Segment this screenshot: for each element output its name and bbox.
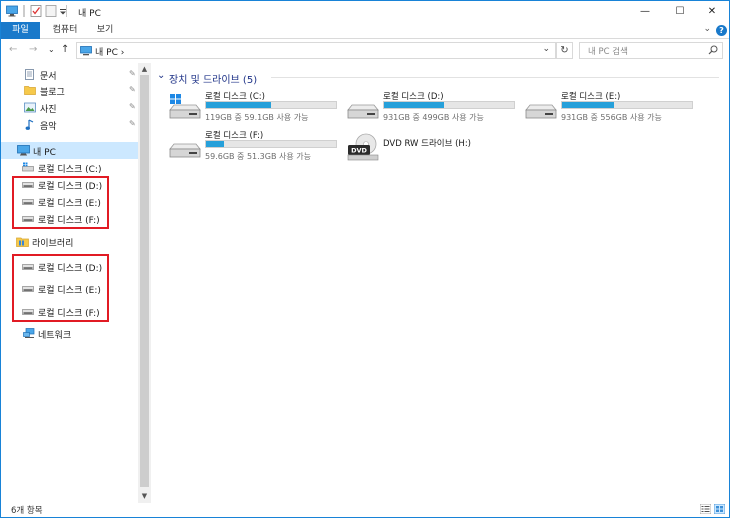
hard-drive-icon: [347, 104, 379, 119]
sidebar-item-pictures[interactable]: 사진 ✎: [1, 99, 138, 116]
pin-icon[interactable]: ✎: [129, 85, 136, 94]
maximize-button[interactable]: ☐: [663, 1, 697, 22]
drive-tile-f[interactable]: 로컬 디스크 (F:) 59.6GB 중 51.3GB 사용 가능: [169, 129, 344, 165]
sidebar-item-drive-c[interactable]: 로컬 디스크 (C:): [1, 159, 138, 176]
pictures-icon: [24, 102, 36, 113]
address-path[interactable]: 내 PC ›: [95, 45, 124, 58]
sidebar-item-label: 음악: [40, 122, 57, 132]
group-collapse-icon[interactable]: ⌄: [157, 70, 165, 81]
pin-icon[interactable]: ✎: [129, 102, 136, 111]
dvd-drive-icon: DVD: [347, 133, 379, 161]
sidebar-item-documents[interactable]: 문서 ✎: [1, 66, 138, 83]
address-bar[interactable]: 내 PC › ⌄: [76, 42, 556, 59]
drive-usage-fill: [562, 102, 614, 108]
search-icon[interactable]: [708, 45, 718, 55]
close-button[interactable]: ✕: [695, 1, 729, 22]
properties-icon[interactable]: [30, 5, 42, 17]
large-icons-view-icon[interactable]: [714, 504, 725, 514]
toolbar-separator-icon: [23, 5, 25, 17]
item-count: 6개 항목: [11, 506, 43, 516]
sidebar-item-label: 라이브러리: [32, 239, 74, 249]
details-view-icon[interactable]: [700, 504, 711, 514]
scroll-down-icon[interactable]: ▼: [138, 490, 151, 502]
pin-icon[interactable]: ✎: [129, 119, 136, 128]
svg-text:DVD: DVD: [351, 147, 367, 155]
title-separator: [66, 5, 67, 17]
drive-tile-dvd[interactable]: DVD DVD RW 드라이브 (H:): [347, 129, 522, 165]
window-title: 내 PC: [78, 9, 101, 19]
help-icon[interactable]: ?: [716, 25, 727, 36]
group-divider: [271, 77, 719, 78]
drive-usage-bar: [205, 140, 337, 148]
navigation-scrollbar[interactable]: ▲ ▼: [138, 63, 151, 503]
windows-drive-icon: [22, 162, 34, 172]
new-folder-icon[interactable]: [45, 5, 57, 17]
recent-locations-icon[interactable]: ⌄: [48, 45, 55, 54]
drive-name: DVD RW 드라이브 (H:): [383, 139, 471, 149]
status-bar: 6개 항목: [1, 503, 729, 517]
up-arrow-icon[interactable]: ↑: [61, 44, 69, 55]
drive-free-space: 931GB 중 556GB 사용 가능: [561, 113, 662, 122]
sidebar-item-label: 내 PC: [33, 148, 56, 158]
sidebar-item-libraries[interactable]: 라이브러리: [1, 233, 138, 250]
windows-drive-icon: [169, 94, 201, 119]
pin-icon[interactable]: ✎: [129, 69, 136, 78]
sidebar-item-label: 로컬 디스크 (C:): [38, 165, 102, 175]
drive-usage-fill: [206, 102, 271, 108]
hard-drive-icon: [525, 104, 557, 119]
this-pc-icon: [80, 46, 92, 56]
scroll-up-icon[interactable]: ▲: [138, 63, 151, 75]
drive-tile-d[interactable]: 로컬 디스크 (D:) 931GB 중 499GB 사용 가능: [347, 90, 522, 126]
drive-free-space: 119GB 중 59.1GB 사용 가능: [205, 113, 309, 122]
file-explorer-window: 내 PC — ☐ ✕ 파일 컴퓨터 보기 ⌄ ? ← → ⌄ ↑ 내 PC › …: [0, 0, 730, 518]
group-header-devices[interactable]: 장치 및 드라이브 (5): [169, 71, 257, 86]
network-icon: [23, 328, 35, 338]
back-arrow-icon[interactable]: ←: [9, 44, 17, 55]
sidebar-item-label: 네트워크: [38, 331, 72, 341]
drive-usage-bar: [383, 101, 515, 109]
hard-drive-icon: [169, 143, 201, 158]
sidebar-item-this-pc[interactable]: 내 PC: [1, 142, 138, 159]
navigation-pane: 문서 ✎ 블로그 ✎ 사진 ✎ 음악 ✎ 내 PC 로컬 디스크 (C:) 로컬…: [1, 63, 151, 503]
ribbon-tabs: 파일 컴퓨터 보기 ⌄ ?: [1, 22, 729, 39]
sidebar-item-blog[interactable]: 블로그 ✎: [1, 82, 138, 99]
scrollbar-thumb[interactable]: [140, 75, 149, 487]
title-bar: 내 PC — ☐ ✕: [1, 1, 729, 22]
sidebar-item-label: 문서: [40, 72, 57, 82]
drive-tile-e[interactable]: 로컬 디스크 (E:) 931GB 중 556GB 사용 가능: [525, 90, 700, 126]
content-pane: ⌄ 장치 및 드라이브 (5) 로컬 디스크 (C:) 119GB 중 59.1…: [151, 63, 729, 503]
refresh-button[interactable]: ↻: [556, 42, 573, 59]
tab-view[interactable]: 보기: [90, 22, 120, 39]
drive-usage-bar: [205, 101, 337, 109]
search-box[interactable]: 내 PC 검색: [579, 42, 723, 59]
collapse-ribbon-icon[interactable]: ⌄: [703, 24, 711, 34]
sidebar-item-network[interactable]: 네트워크: [1, 325, 138, 342]
address-dropdown-icon[interactable]: ⌄: [542, 44, 550, 54]
documents-icon: [25, 69, 34, 80]
minimize-button[interactable]: —: [628, 1, 662, 22]
sidebar-item-music[interactable]: 음악 ✎: [1, 116, 138, 133]
highlight-box-library-drives: [12, 254, 109, 322]
this-pc-icon: [6, 5, 18, 17]
highlight-box-pc-drives: [12, 176, 109, 229]
this-pc-icon: [17, 145, 30, 156]
drive-tile-c[interactable]: 로컬 디스크 (C:) 119GB 중 59.1GB 사용 가능: [169, 90, 344, 126]
music-icon: [25, 119, 34, 130]
forward-arrow-icon[interactable]: →: [29, 44, 37, 55]
tab-computer[interactable]: 컴퓨터: [45, 22, 85, 39]
drive-usage-bar: [561, 101, 693, 109]
drive-usage-fill: [384, 102, 444, 108]
libraries-icon: [16, 237, 29, 247]
drive-usage-fill: [206, 141, 225, 147]
folder-icon: [24, 86, 36, 95]
sidebar-item-label: 사진: [40, 105, 57, 115]
tab-file[interactable]: 파일: [1, 22, 40, 39]
search-input[interactable]: 내 PC 검색: [588, 45, 628, 57]
sidebar-item-label: 블로그: [40, 88, 65, 98]
drive-free-space: 59.6GB 중 51.3GB 사용 가능: [205, 152, 311, 161]
navigation-bar: ← → ⌄ ↑ 내 PC › ⌄ ↻ 내 PC 검색: [1, 39, 729, 63]
drive-free-space: 931GB 중 499GB 사용 가능: [383, 113, 484, 122]
